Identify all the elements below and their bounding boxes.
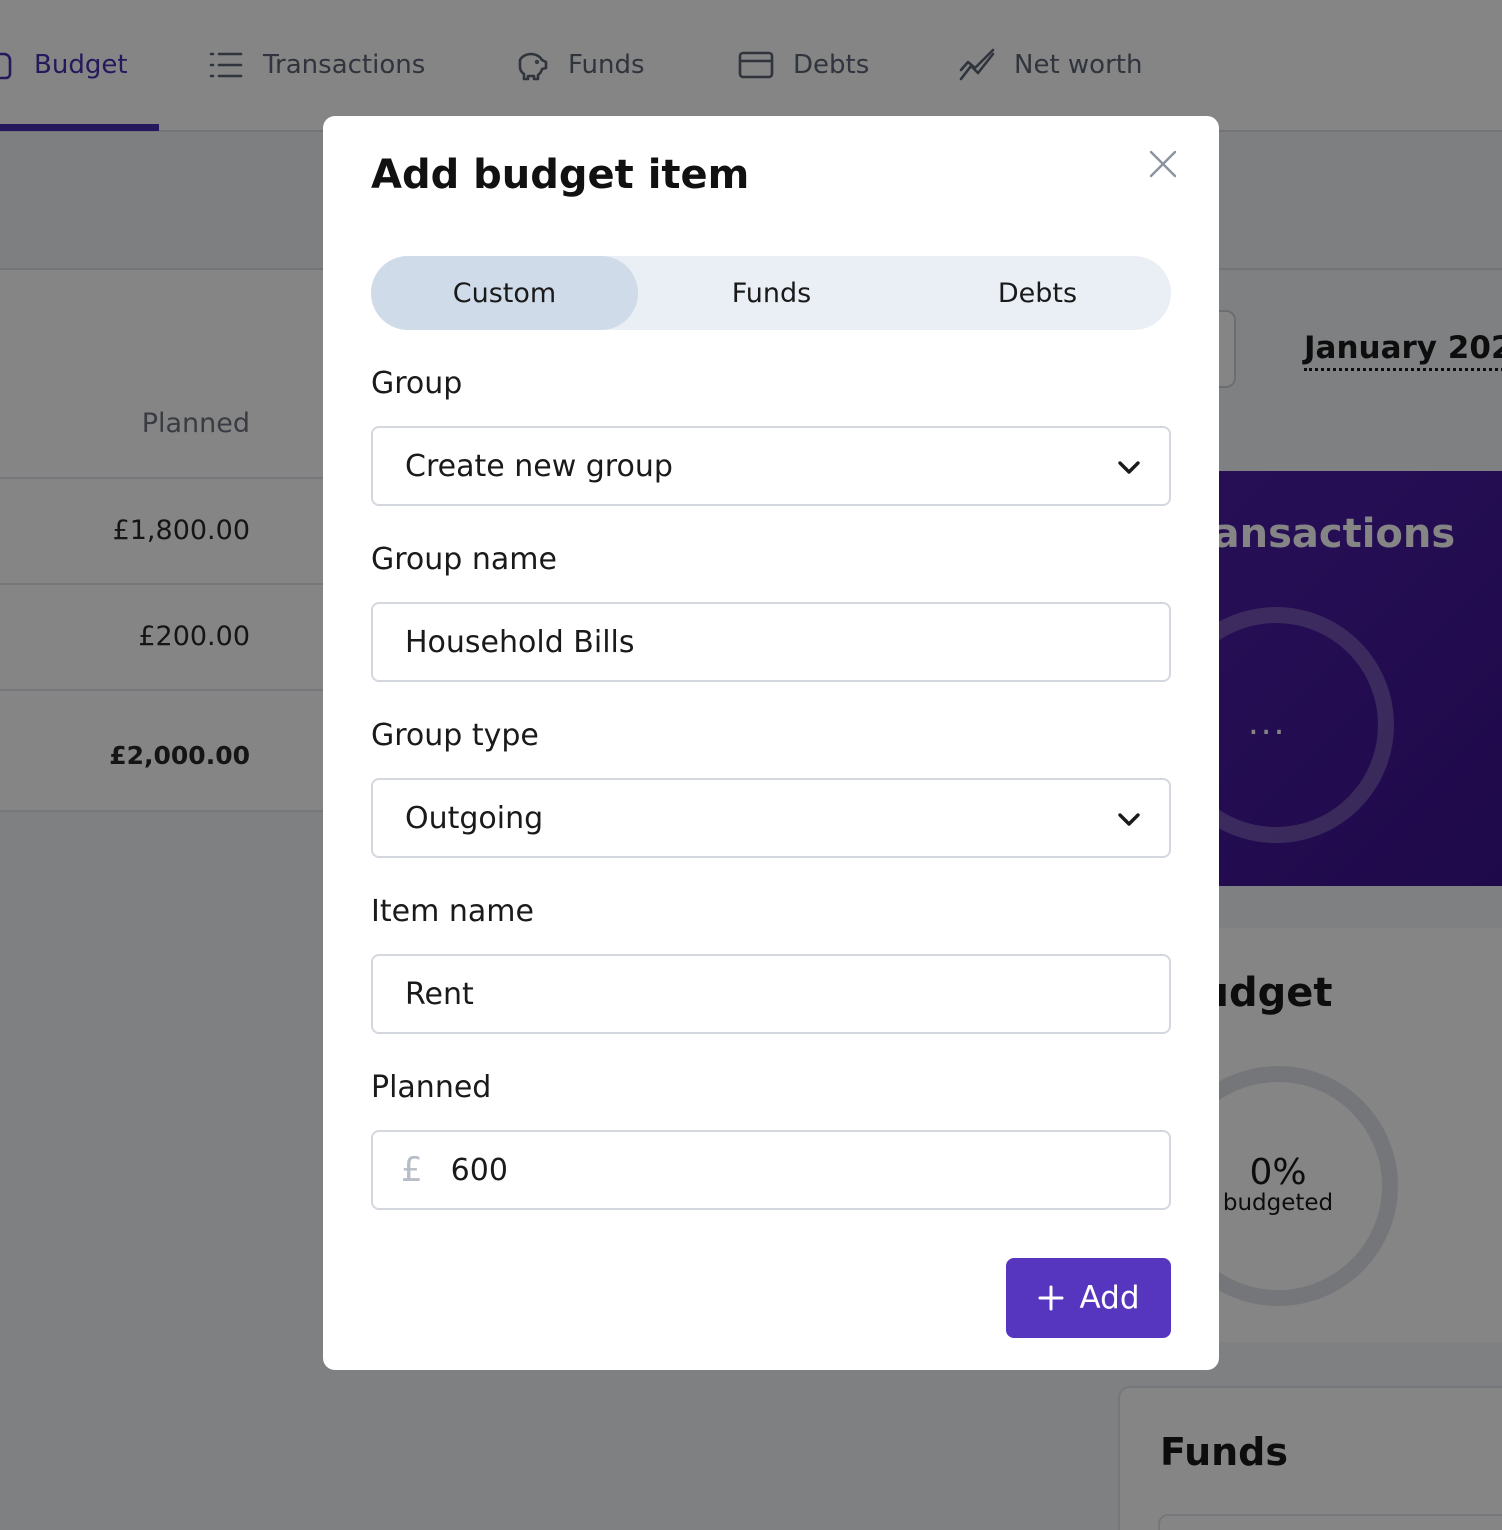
group-type-select[interactable]: Outgoing <box>371 778 1171 858</box>
group-select[interactable]: Create new group <box>371 426 1171 506</box>
planned-label: Planned <box>371 1070 492 1105</box>
group-name-input[interactable]: Household Bills <box>371 602 1171 682</box>
group-type-label: Group type <box>371 718 539 753</box>
close-icon <box>1149 150 1177 178</box>
planned-amount-input[interactable]: £ 600 <box>371 1130 1171 1210</box>
dialog-title: Add budget item <box>371 152 750 198</box>
add-button-label: Add <box>1079 1280 1140 1316</box>
item-source-selector: Custom Funds Debts <box>371 256 1171 330</box>
add-button[interactable]: Add <box>1006 1258 1171 1338</box>
plus-icon <box>1038 1285 1064 1311</box>
currency-symbol: £ <box>401 1150 423 1190</box>
segment-funds[interactable]: Funds <box>638 256 905 330</box>
planned-amount-value: 600 <box>450 1152 508 1188</box>
item-name-value: Rent <box>405 976 474 1012</box>
add-budget-item-dialog: Add budget item Custom Funds Debts Group… <box>323 116 1219 1370</box>
group-name-value: Household Bills <box>405 624 635 660</box>
item-name-label: Item name <box>371 894 534 929</box>
close-button[interactable] <box>1143 144 1183 184</box>
chevron-down-icon <box>1115 454 1143 482</box>
group-name-label: Group name <box>371 542 557 577</box>
segment-debts[interactable]: Debts <box>904 256 1171 330</box>
group-label: Group <box>371 366 463 401</box>
item-name-input[interactable]: Rent <box>371 954 1171 1034</box>
group-select-value: Create new group <box>405 448 673 484</box>
group-type-value: Outgoing <box>405 800 544 836</box>
chevron-down-icon <box>1115 806 1143 834</box>
segment-custom[interactable]: Custom <box>371 256 638 330</box>
